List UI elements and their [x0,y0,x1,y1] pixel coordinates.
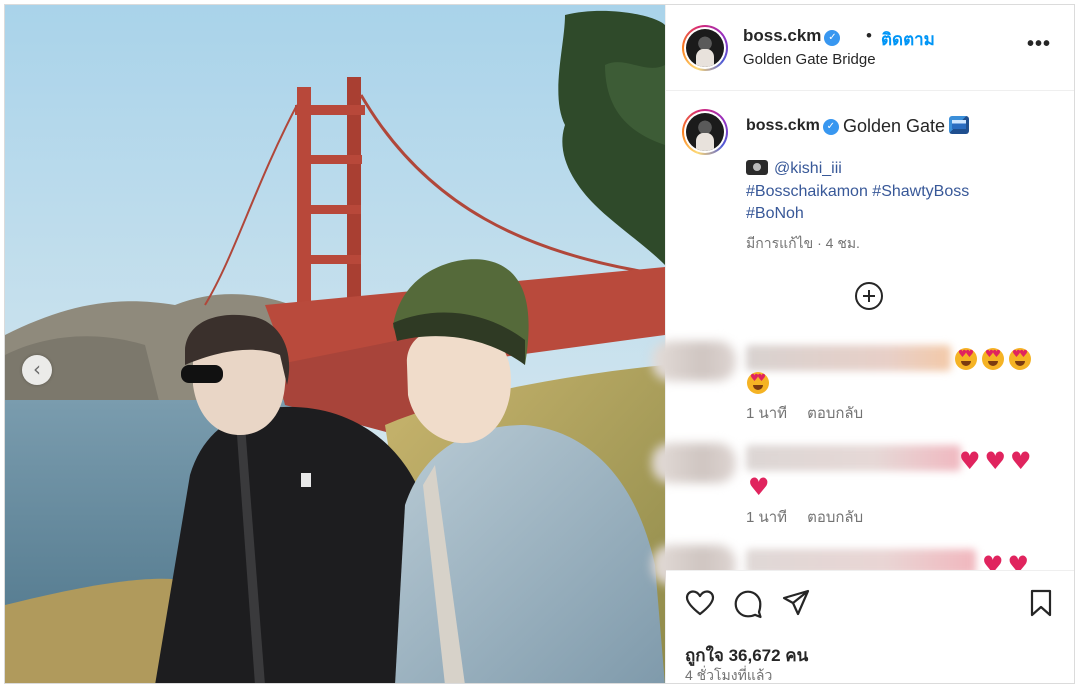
heart-eyes-emoji [747,372,774,399]
bookmark-icon[interactable] [1029,589,1053,617]
reply-button[interactable]: ตอบกลับ [807,405,863,422]
comment-icon[interactable] [733,589,763,619]
heart-eyes-emoji-row [955,348,1036,375]
chevron-left-icon: ‹ [33,357,41,381]
author-username-text[interactable]: boss.ckm [743,26,821,45]
header-separator: • [866,26,872,45]
caption-credit: @kishi_iii [746,160,842,178]
comment-time: 1 นาที [746,405,788,422]
post-window: ‹ boss.ckm ✓ • ติดตาม Golden Gate Bridge … [4,4,1075,684]
post-side-panel: boss.ckm ✓ • ติดตาม Golden Gate Bridge ••… [652,5,1074,683]
blurred-commenter-avatar [652,443,736,483]
follow-button[interactable]: ติดตาม [881,26,935,53]
caption-edited-time: มีการแก้ไข · 4 ชม. [746,235,860,251]
caption-title: Golden Gate [843,116,970,137]
post-header: boss.ckm ✓ • ติดตาม Golden Gate Bridge ••… [666,5,1074,91]
author-avatar[interactable] [682,25,728,71]
camera-emoji-icon [746,160,768,175]
caption-title-text: Golden Gate [843,116,946,136]
post-photo[interactable]: ‹ [5,5,665,683]
verified-badge-icon: ✓ [822,119,839,135]
caption-username[interactable]: boss.ckm ✓ [746,117,839,135]
send-icon[interactable] [781,589,811,617]
caption-avatar[interactable] [682,109,728,155]
heart-emoji: ♥ [748,473,770,501]
comment-meta: 1 นาที ตอบกลับ [746,505,863,529]
photo-illustration [5,5,665,683]
verified-badge-icon: ✓ [824,30,841,46]
more-options-icon[interactable]: ••• [1027,33,1051,56]
heart-emoji-row: ♥ ♥ ♥ [959,447,1032,475]
film-emoji-icon [949,116,970,134]
previous-photo-button[interactable]: ‹ [22,355,52,385]
caption-username-text[interactable]: boss.ckm [746,117,820,134]
author-username[interactable]: boss.ckm ✓ [743,26,841,46]
add-circle-icon[interactable] [855,282,883,310]
credit-mention-link[interactable]: @kishi_iii [774,160,842,177]
blurred-comment-text [746,345,951,371]
post-action-bar: ถูกใจ 36,672 คน 4 ชั่วโมงที่แล้ว [666,570,1074,683]
caption-hashtags-line2[interactable]: #BoNoh [746,205,804,223]
comment-meta: 1 นาที ตอบกลับ [746,401,863,425]
caption-hashtags-line1[interactable]: #Bosschaikamon #ShawtyBoss [746,183,969,201]
post-time: 4 ชั่วโมงที่แล้ว [685,667,773,683]
comment-time: 1 นาที [746,509,788,526]
post-location[interactable]: Golden Gate Bridge [743,51,876,68]
heart-icon[interactable] [685,589,715,617]
blurred-commenter-avatar [652,341,736,381]
reply-button[interactable]: ตอบกลับ [807,509,863,526]
blurred-comment-text [746,445,961,471]
